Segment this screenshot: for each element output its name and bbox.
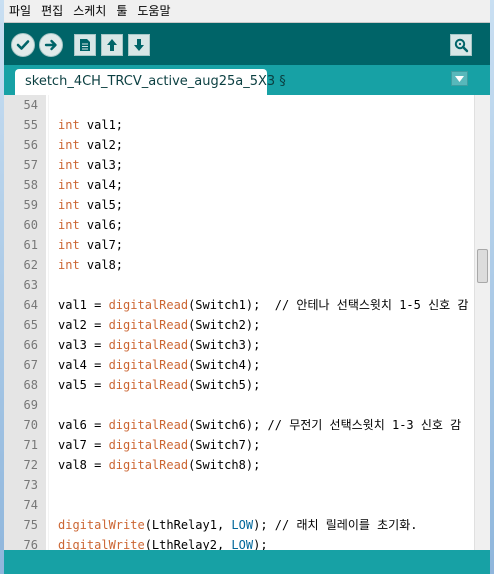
serial-monitor-icon [454, 38, 469, 53]
code-line[interactable]: 69 [4, 395, 474, 415]
code-line[interactable]: 66 val3 = digitalRead(Switch3); [4, 335, 474, 355]
code-line[interactable]: 54 [4, 95, 474, 115]
serial-monitor-button[interactable] [450, 34, 472, 56]
line-number: 70 [23, 418, 38, 432]
toolbar [4, 23, 490, 65]
line-number: 62 [23, 258, 38, 272]
code-text[interactable]: val7 = digitalRead(Switch7); [58, 435, 260, 455]
line-number: 55 [23, 118, 38, 132]
code-line[interactable]: 74 [4, 495, 474, 515]
line-number: 66 [23, 338, 38, 352]
code-line[interactable]: 65 val2 = digitalRead(Switch2); [4, 315, 474, 335]
line-number: 57 [23, 158, 38, 172]
code-text[interactable]: val3 = digitalRead(Switch3); [58, 335, 260, 355]
code-line[interactable]: 73 [4, 475, 474, 495]
menu-bar: 파일 편집 스케치 툴 도움말 [4, 0, 490, 23]
code-text[interactable]: int val8; [58, 255, 123, 275]
menu-tools[interactable]: 툴 [111, 0, 132, 22]
new-icon [80, 39, 90, 51]
code-text[interactable]: int val5; [58, 195, 123, 215]
line-number: 67 [23, 358, 38, 372]
upload-button[interactable] [39, 33, 63, 57]
chevron-down-icon [455, 75, 464, 82]
code-text[interactable]: int val7; [58, 235, 123, 255]
save-button[interactable] [128, 34, 150, 56]
code-line[interactable]: 76 digitalWrite(LthRelay2, LOW); [4, 535, 474, 550]
new-button[interactable] [74, 34, 96, 56]
code-line[interactable]: 60 int val6; [4, 215, 474, 235]
tab-menu-button[interactable] [451, 71, 468, 86]
line-number: 61 [23, 238, 38, 252]
line-number: 68 [23, 378, 38, 392]
status-strip [4, 550, 490, 574]
line-number: 75 [23, 518, 38, 532]
code-line[interactable]: 59 int val5; [4, 195, 474, 215]
code-line[interactable]: 67 val4 = digitalRead(Switch4); [4, 355, 474, 375]
code-line[interactable]: 64 val1 = digitalRead(Switch1); // 안테나 선택… [4, 295, 474, 315]
line-number: 71 [23, 438, 38, 452]
line-number: 76 [23, 538, 38, 550]
code-line[interactable]: 75 digitalWrite(LthRelay1, LOW); // 래치 릴레… [4, 515, 474, 535]
code-text[interactable]: int val4; [58, 175, 123, 195]
open-icon [107, 39, 117, 51]
code-line[interactable]: 71 val7 = digitalRead(Switch7); [4, 435, 474, 455]
code-text[interactable]: val2 = digitalRead(Switch2); [58, 315, 260, 335]
upload-icon [44, 39, 57, 51]
line-number: 65 [23, 318, 38, 332]
line-number: 72 [23, 458, 38, 472]
code-text[interactable]: int val2; [58, 135, 123, 155]
verify-icon [16, 40, 30, 50]
code-line[interactable]: 58 int val4; [4, 175, 474, 195]
code-editor[interactable]: 54 55 int val1; 56 int val2; 57 int val3; 58 int… [4, 95, 490, 550]
line-number: 60 [23, 218, 38, 232]
open-button[interactable] [101, 34, 123, 56]
code-line[interactable]: 57 int val3; [4, 155, 474, 175]
line-number: 64 [23, 298, 38, 312]
code-line[interactable]: 56 int val2; [4, 135, 474, 155]
code-text[interactable]: val1 = digitalRead(Switch1); // 안테나 선택스윗… [58, 295, 468, 315]
line-number: 56 [23, 138, 38, 152]
code-line[interactable]: 55 int val1; [4, 115, 474, 135]
menu-edit[interactable]: 편집 [36, 0, 68, 22]
code-text[interactable]: int val3; [58, 155, 123, 175]
code-text[interactable]: digitalWrite(LthRelay2, LOW); [58, 535, 268, 550]
verify-button[interactable] [11, 33, 35, 57]
code-text[interactable]: int val6; [58, 215, 123, 235]
menu-help[interactable]: 도움말 [132, 0, 175, 22]
line-number: 74 [23, 498, 38, 512]
code-text[interactable]: val6 = digitalRead(Switch6); // 무전기 선택스윗… [58, 415, 461, 435]
scrollbar-thumb[interactable] [477, 249, 488, 283]
line-number: 58 [23, 178, 38, 192]
menu-file[interactable]: 파일 [4, 0, 36, 22]
code-line[interactable]: 72 val8 = digitalRead(Switch8); [4, 455, 474, 475]
code-line[interactable]: 68 val5 = digitalRead(Switch5); [4, 375, 474, 395]
code-line[interactable]: 63 [4, 275, 474, 295]
save-icon [134, 39, 144, 51]
line-number: 63 [23, 278, 38, 292]
line-number: 59 [23, 198, 38, 212]
code-text[interactable]: digitalWrite(LthRelay1, LOW); // 래치 릴레이를… [58, 515, 417, 535]
code-text[interactable]: int val1; [58, 115, 123, 135]
tab-bar: sketch_4CH_TRCV_active_aug25a_5X3 § [4, 65, 490, 95]
code-text[interactable]: val8 = digitalRead(Switch8); [58, 455, 260, 475]
code-text[interactable]: val5 = digitalRead(Switch5); [58, 375, 260, 395]
tab-sketch[interactable]: sketch_4CH_TRCV_active_aug25a_5X3 § [15, 69, 286, 95]
code-line[interactable]: 62 int val8; [4, 255, 474, 275]
line-number: 73 [23, 478, 38, 492]
menu-sketch[interactable]: 스케치 [68, 0, 111, 22]
code-text[interactable]: val4 = digitalRead(Switch4); [58, 355, 260, 375]
code-line[interactable]: 61 int val7; [4, 235, 474, 255]
line-number: 69 [23, 398, 38, 412]
vertical-scrollbar[interactable] [474, 95, 490, 550]
line-number: 54 [23, 98, 38, 112]
window-frame-right [490, 0, 494, 574]
code-line[interactable]: 70 val6 = digitalRead(Switch6); // 무전기 선택… [4, 415, 474, 435]
code-area[interactable]: 54 55 int val1; 56 int val2; 57 int val3; 58 int… [4, 95, 474, 550]
